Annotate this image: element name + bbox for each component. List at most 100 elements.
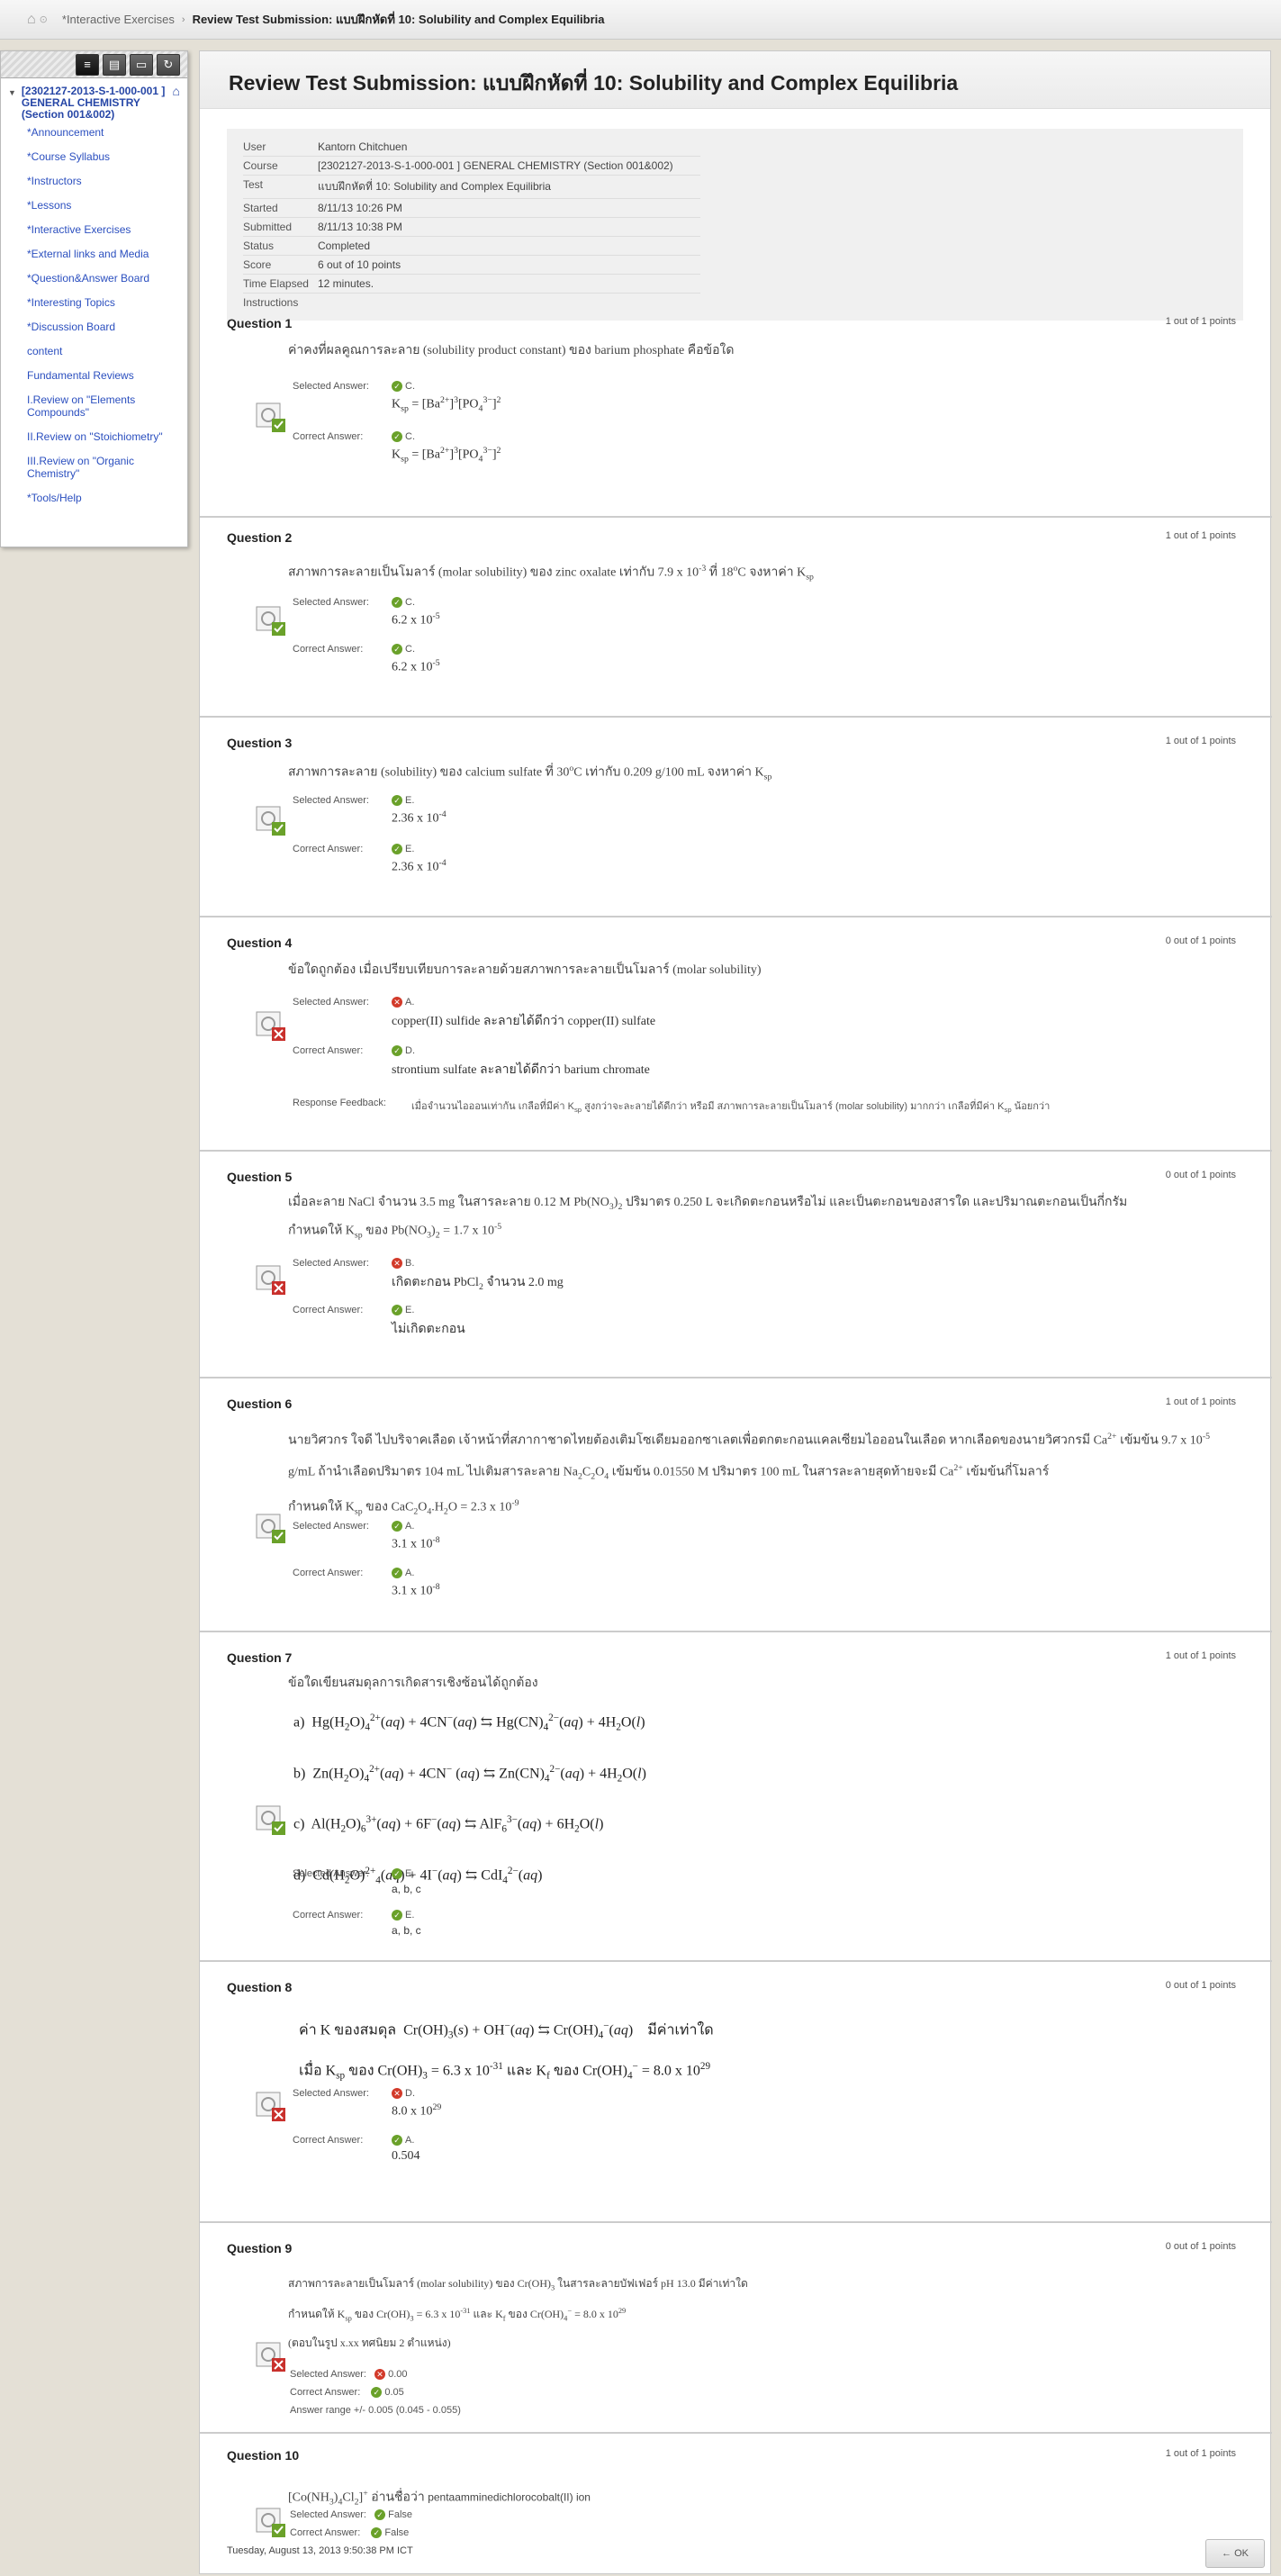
question-9: Question 9 0 out of 1 points สภาพการละลาย…	[200, 2221, 1272, 2432]
course-menu: ≡ ▤ ▭ ↻ ▼ [2302127-2013-S-1-000-001 ] GE…	[0, 50, 188, 547]
menu-item-lessons[interactable]: *Lessons	[27, 199, 187, 212]
menu-item-instructors[interactable]: *Instructors	[27, 175, 187, 187]
x-icon: ✕	[392, 1258, 402, 1269]
correct-answer: Correct Answer: ✓ 0.05	[290, 2387, 404, 2398]
question-title: Question 2	[227, 530, 293, 545]
check-icon: ✓	[392, 1868, 402, 1879]
question-text: สภาพการละลายเป็นโมลาร์ (molar solubility…	[288, 2277, 748, 2349]
answer-formula: Ksp = [Ba2+]3[PO43−]2	[392, 446, 501, 465]
correct-status-icon	[256, 806, 285, 836]
answer-range: Answer range +/- 0.005 (0.045 - 0.055)	[290, 2405, 461, 2416]
question-7: Question 7 1 out of 1 points ข้อใดเขียนสม…	[200, 1631, 1272, 1960]
collapse-triangle-icon[interactable]: ▼	[8, 87, 16, 121]
correct-status-icon	[256, 1805, 285, 1835]
menu-item-fundamental-reviews[interactable]: Fundamental Reviews	[27, 369, 187, 382]
question-4: Question 4 0 out of 1 points ข้อใดถูกต้อง…	[200, 916, 1272, 1150]
detail-row: Time Elapsed 12 minutes.	[243, 274, 700, 294]
check-icon: ✓	[392, 1045, 402, 1056]
list-view-icon[interactable]: ≡	[76, 54, 99, 76]
menu-item-external-links[interactable]: *External links and Media	[27, 248, 187, 260]
detail-row: Status Completed	[243, 236, 700, 256]
detail-row: Started 8/11/13 10:26 PM	[243, 198, 700, 218]
check-icon: ✓	[371, 2387, 383, 2398]
incorrect-status-icon	[256, 1011, 285, 1041]
course-home-icon[interactable]: ⌂	[173, 85, 180, 121]
menu-item-discussion-board[interactable]: *Discussion Board	[27, 321, 187, 333]
menu-item-interesting-topics[interactable]: *Interesting Topics	[27, 296, 187, 309]
menu-item-review-stoichiometry[interactable]: II.Review on "Stoichiometry"	[27, 430, 187, 443]
question-text: ข้อใดถูกต้อง เมื่อเปรียบเทียบการละลายด้ว…	[288, 963, 762, 977]
menu-item-interactive-exercises[interactable]: *Interactive Exercises	[27, 223, 187, 236]
question-3: Question 3 1 out of 1 points สภาพการละลาย…	[200, 716, 1272, 916]
check-icon: ✓	[392, 644, 402, 655]
question-text: ข้อใดเขียนสมดุลการเกิดสารเชิงซ้อนได้ถูกต…	[288, 1677, 538, 1690]
menu-item-qa-board[interactable]: *Question&Answer Board	[27, 272, 187, 285]
correct-status-icon	[256, 606, 285, 636]
refresh-icon[interactable]: ↻	[157, 54, 180, 76]
question-title: Question 4	[227, 935, 293, 950]
window-icon[interactable]: ▭	[130, 54, 153, 76]
check-icon: ✓	[392, 1521, 402, 1532]
question-title: Question 10	[227, 2448, 300, 2463]
submission-details: User Kantorn Chitchuen Course [2302127-201…	[227, 129, 1243, 321]
home-icon[interactable]: ⌂	[27, 12, 36, 28]
check-icon: ✓	[392, 1910, 402, 1921]
detail-row: User Kantorn Chitchuen	[243, 138, 700, 157]
detail-row: Score 6 out of 10 points	[243, 255, 700, 275]
question-points: 0 out of 1 points	[1165, 2241, 1236, 2252]
context-menu-icon[interactable]: ⊙	[40, 14, 48, 25]
correct-status-icon	[256, 402, 285, 432]
detail-row: Instructions	[243, 296, 299, 309]
ok-button[interactable]: ← OK	[1205, 2539, 1265, 2568]
question-1: Question 1 1 out of 1 points ค่าคงที่ผลคู…	[227, 316, 1236, 465]
page-title: Review Test Submission: แบบฝึกหัดที่ 10:…	[200, 51, 1270, 109]
check-icon: ✓	[392, 795, 402, 806]
question-points: 1 out of 1 points	[1165, 2448, 1236, 2459]
question-text: [Co(NH3)4Cl2]+ อ่านชื่อว่า pentaamminedi…	[288, 2489, 591, 2508]
menu-item-review-elements[interactable]: I.Review on "Elements Compounds"	[27, 393, 187, 419]
selected-answer: Selected Answer: ✕ 0.00	[290, 2369, 408, 2380]
question-text: เมื่อละลาย NaCl จำนวน 3.5 mg ในสารละลาย …	[288, 1196, 1128, 1241]
detail-row: Course [2302127-2013-S-1-000-001 ] GENERA…	[243, 156, 700, 176]
question-2: Question 2 1 out of 1 points สภาพการละลาย…	[200, 516, 1272, 716]
details-table: User Kantorn Chitchuen Course [2302127-201…	[243, 138, 700, 312]
incorrect-status-icon	[256, 2342, 285, 2372]
check-icon: ✓	[392, 844, 402, 854]
question-text: นายวิศวกร ใจดี ไปบริจาคเลือด เจ้าหน้าที่…	[288, 1432, 1210, 1517]
correct-status-icon	[256, 1514, 285, 1543]
question-text: ค่า K ของสมดุล Cr(OH)3(s) + OH−(aq) ⇆ Cr…	[299, 2020, 714, 2082]
incorrect-status-icon	[256, 1265, 285, 1295]
selected-answer: Selected Answer: ✓ False	[290, 2509, 413, 2520]
question-points: 1 out of 1 points	[1165, 1396, 1236, 1407]
x-icon: ✕	[374, 2369, 386, 2380]
question-title: Question 9	[227, 2241, 293, 2255]
breadcrumb-link[interactable]: *Interactive Exercises	[62, 13, 175, 26]
question-title: Question 8	[227, 1980, 293, 1994]
question-6: Question 6 1 out of 1 points นายวิศวกร ใจ…	[200, 1377, 1272, 1631]
question-title: Question 5	[227, 1170, 293, 1184]
x-icon: ✕	[392, 2088, 402, 2099]
course-title[interactable]: ▼ [2302127-2013-S-1-000-001 ] GENERAL CH…	[1, 78, 187, 126]
question-points: 1 out of 1 points	[1165, 530, 1236, 541]
menu-item-syllabus[interactable]: *Course Syllabus	[27, 150, 187, 163]
question-points: 1 out of 1 points	[1165, 736, 1236, 746]
course-menu-list: *Announcement *Course Syllabus *Instruct…	[1, 126, 187, 504]
menu-item-announcement[interactable]: *Announcement	[27, 126, 187, 139]
question-text: สภาพการละลายเป็นโมลาร์ (molar solubility…	[288, 564, 814, 583]
answer-formula: Ksp = [Ba2+]3[PO43−]2	[392, 395, 501, 414]
detail-row: Test แบบฝึกหัดที่ 10: Solubility and Comp…	[243, 175, 700, 199]
detail-row: Submitted 8/11/13 10:38 PM	[243, 217, 700, 237]
folder-view-icon[interactable]: ▤	[103, 54, 126, 76]
question-10: Question 10 1 out of 1 points [Co(NH3)4Cl…	[200, 2432, 1272, 2576]
question-5: Question 5 0 out of 1 points เมื่อละลาย N…	[200, 1150, 1272, 1377]
question-points: 1 out of 1 points	[1165, 316, 1236, 327]
check-icon: ✓	[392, 431, 402, 442]
question-8: Question 8 0 out of 1 points ค่า K ของสมด…	[200, 1960, 1272, 2221]
correct-status-icon	[256, 2508, 285, 2537]
question-points: 0 out of 1 points	[1165, 1170, 1236, 1180]
menu-item-review-organic[interactable]: III.Review on "Organic Chemistry"	[27, 455, 187, 480]
correct-answer: Correct Answer: ✓ False	[290, 2527, 410, 2538]
menu-item-content[interactable]: content	[27, 345, 187, 357]
check-icon: ✓	[392, 2135, 402, 2146]
menu-item-tools-help[interactable]: *Tools/Help	[27, 492, 187, 504]
